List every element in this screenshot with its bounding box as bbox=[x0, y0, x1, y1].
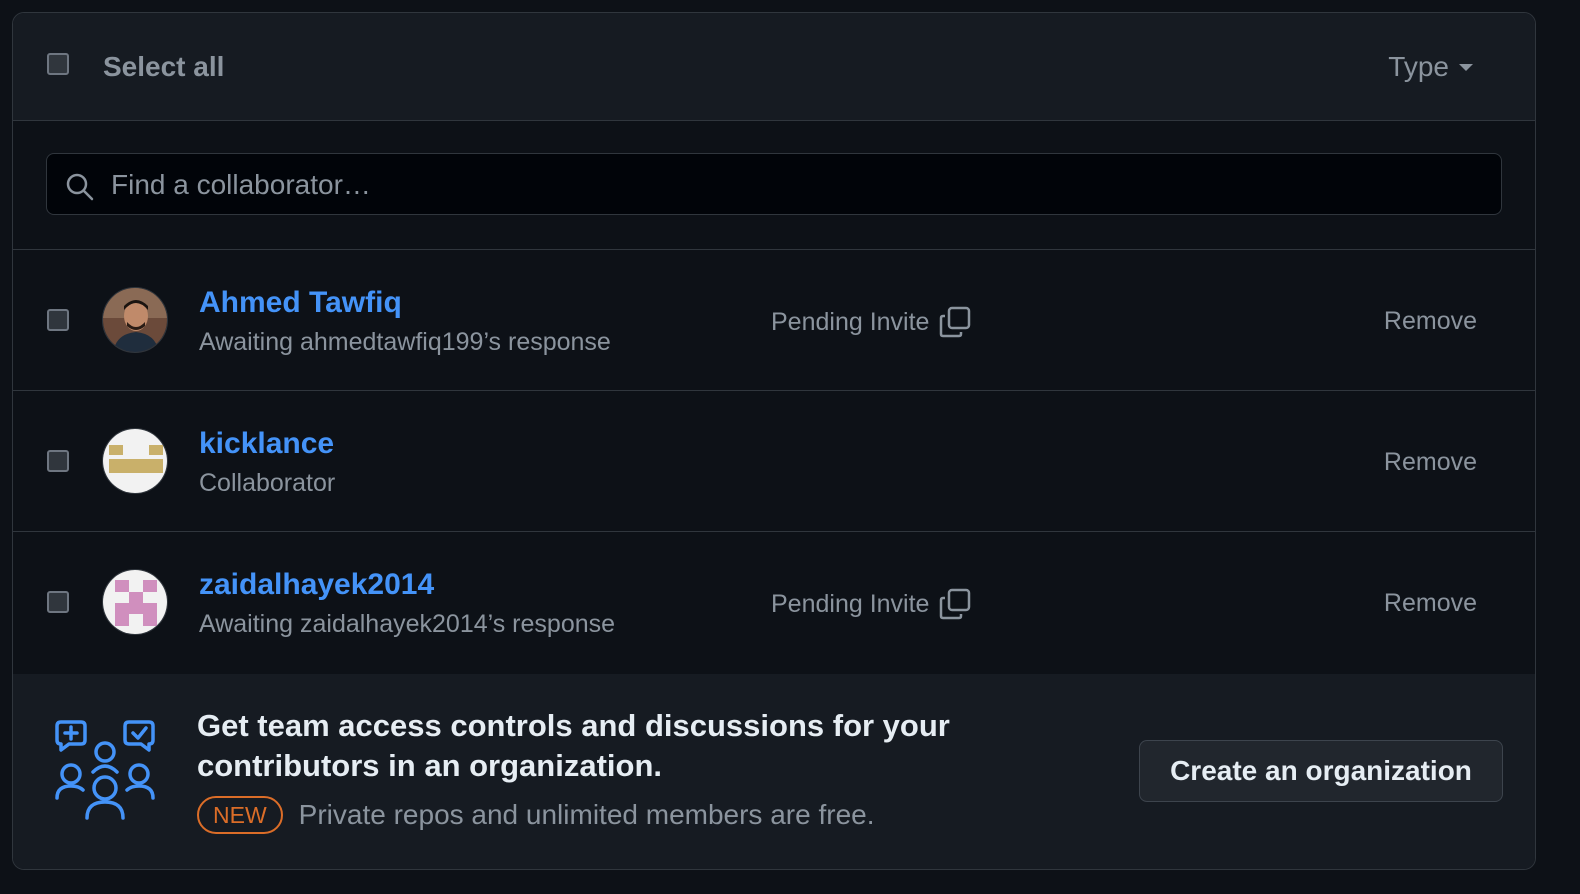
collaborator-row: kicklance Collaborator Remove bbox=[13, 391, 1535, 532]
avatar[interactable] bbox=[102, 569, 168, 635]
collaborator-name-link[interactable]: kicklance bbox=[199, 427, 334, 461]
row-checkbox[interactable] bbox=[47, 450, 69, 472]
search-icon bbox=[66, 173, 94, 201]
type-filter-dropdown[interactable]: Type bbox=[1388, 51, 1473, 83]
copy-icon[interactable] bbox=[939, 588, 971, 620]
collaborator-name-link[interactable]: Ahmed Tawfiq bbox=[199, 286, 402, 320]
collaborator-name-link[interactable]: zaidalhayek2014 bbox=[199, 568, 434, 602]
collaborator-subtitle: Awaiting ahmedtawfiq199’s response bbox=[199, 328, 611, 356]
collaborator-row: Ahmed Tawfiq Awaiting ahmedtawfiq199’s r… bbox=[13, 250, 1535, 391]
people-icon bbox=[55, 720, 155, 820]
row-checkbox[interactable] bbox=[47, 591, 69, 613]
remove-button[interactable]: Remove bbox=[1384, 307, 1477, 336]
pending-invite: Pending Invite bbox=[771, 306, 971, 338]
pending-invite-label: Pending Invite bbox=[771, 589, 930, 618]
collaborator-subtitle: Awaiting zaidalhayek2014’s response bbox=[199, 610, 616, 638]
promo-text: Private repos and unlimited members are … bbox=[298, 799, 875, 830]
avatar[interactable] bbox=[102, 428, 168, 494]
select-all-checkbox[interactable] bbox=[47, 53, 69, 75]
remove-button[interactable]: Remove bbox=[1384, 589, 1477, 618]
pending-invite-label: Pending Invite bbox=[771, 307, 930, 336]
collaborators-panel: Select all Type Ahmed Ta bbox=[12, 12, 1536, 870]
type-filter-label: Type bbox=[1388, 51, 1449, 82]
avatar[interactable] bbox=[102, 287, 168, 353]
promo-subline: NEW Private repos and unlimited members … bbox=[197, 796, 875, 834]
new-badge: NEW bbox=[197, 796, 283, 834]
remove-button[interactable]: Remove bbox=[1384, 448, 1477, 477]
list-header: Select all Type bbox=[13, 13, 1535, 121]
promo-title: Get team access controls and discussions… bbox=[197, 708, 950, 783]
collaborator-subtitle: Collaborator bbox=[199, 469, 336, 497]
organization-promo: Get team access controls and discussions… bbox=[13, 674, 1535, 869]
search-input[interactable] bbox=[109, 154, 1483, 216]
copy-icon[interactable] bbox=[939, 306, 971, 338]
caret-down-icon bbox=[1459, 63, 1473, 71]
pending-invite: Pending Invite bbox=[771, 588, 971, 620]
row-checkbox[interactable] bbox=[47, 309, 69, 331]
select-all-label: Select all bbox=[103, 51, 225, 82]
search-area bbox=[13, 121, 1535, 250]
search-box bbox=[46, 153, 1502, 216]
create-organization-button[interactable]: Create an organization bbox=[1139, 740, 1503, 802]
collaborator-row: zaidalhayek2014 Awaiting zaidalhayek2014… bbox=[13, 532, 1535, 672]
